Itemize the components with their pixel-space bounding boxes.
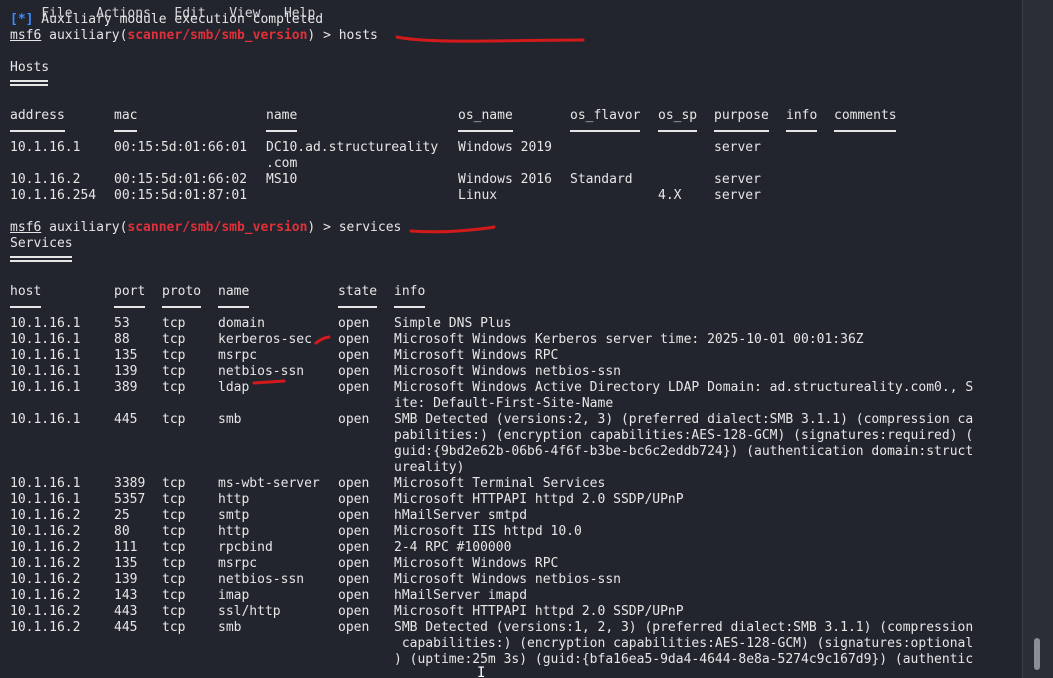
terminal-window[interactable]: File Actions Edit View Help [*] Auxiliar… (0, 0, 1022, 678)
annotation-underline-services (409, 225, 496, 234)
terminal-scrollbar[interactable] (1022, 0, 1053, 678)
scrollbar-thumb[interactable] (1034, 638, 1040, 670)
annotation-underline-ldap (252, 379, 286, 385)
annotation-underline-hosts (395, 35, 585, 43)
annotation-mark-kerberos (314, 335, 331, 345)
annotation-marks (252, 35, 585, 385)
mouse-ibeam-cursor: I (477, 665, 486, 678)
